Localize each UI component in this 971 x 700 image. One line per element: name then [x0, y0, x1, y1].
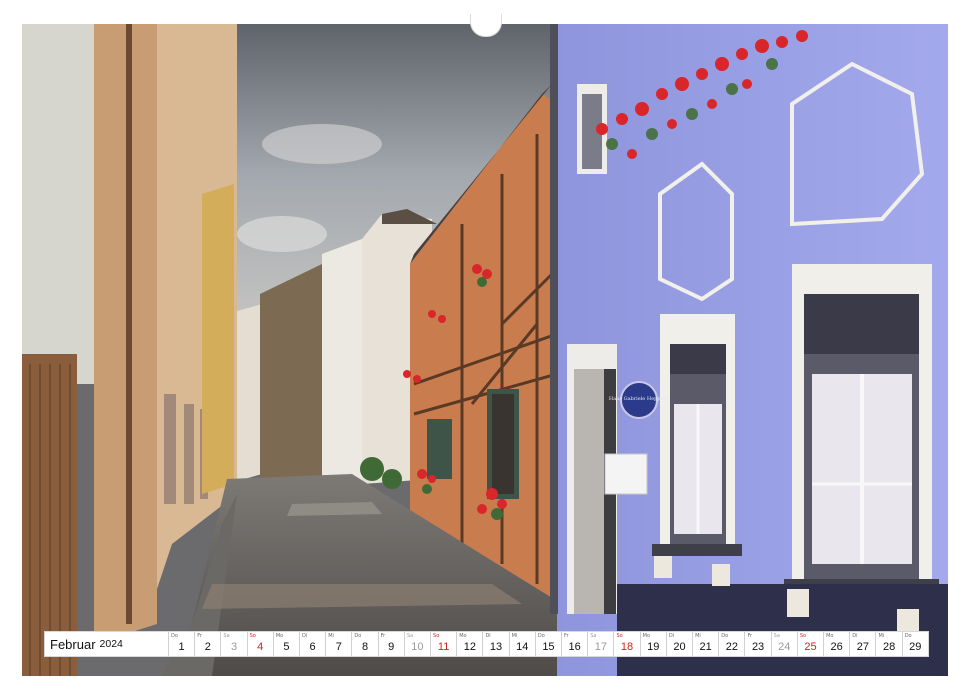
- day-cell: Mi 14: [510, 632, 536, 656]
- day-number: 8: [361, 641, 369, 653]
- day-cell: Di 6: [300, 632, 327, 656]
- day-weekday-abbr: Mi: [511, 633, 518, 639]
- day-number: 15: [542, 641, 555, 653]
- day-cell: Mo 12: [457, 632, 484, 656]
- day-cell: So 18: [614, 632, 641, 656]
- day-number: 10: [411, 641, 424, 653]
- day-weekday-abbr: Mo: [275, 633, 284, 639]
- day-weekday-abbr: Di: [485, 633, 491, 639]
- day-weekday-abbr: Mi: [878, 633, 885, 639]
- day-number: 1: [178, 641, 185, 653]
- house-sign-text: Haus Gabriele Heppner: [609, 396, 670, 402]
- day-cell: Do 22: [719, 632, 746, 656]
- day-cell: Sa 17: [588, 632, 615, 656]
- day-cell: Sa 10: [405, 632, 432, 656]
- day-number: 27: [856, 641, 869, 653]
- day-cell: Do 29: [903, 632, 928, 656]
- day-weekday-abbr: Sa: [590, 633, 597, 639]
- day-number: 3: [230, 641, 238, 653]
- street-scene-illustration: Haus Gabriele Heppner: [22, 24, 948, 676]
- day-weekday-abbr: Fr: [197, 633, 202, 639]
- day-number: 2: [204, 641, 211, 653]
- day-number: 23: [751, 641, 765, 653]
- day-weekday-abbr: So: [799, 633, 807, 639]
- day-weekday-abbr: Do: [354, 633, 362, 639]
- day-cell: Do 8: [352, 632, 379, 656]
- day-number: 18: [620, 641, 634, 653]
- day-number: 25: [804, 641, 817, 653]
- day-number: 12: [463, 641, 476, 653]
- day-number: 5: [283, 641, 290, 653]
- day-weekday-abbr: So: [616, 633, 623, 639]
- day-number: 7: [335, 641, 342, 653]
- day-number: 4: [257, 641, 264, 653]
- day-weekday-abbr: So: [249, 633, 256, 639]
- day-cell: Mi 7: [326, 632, 353, 656]
- day-cell: Sa 24: [772, 632, 798, 656]
- day-weekday-abbr: Mi: [328, 633, 334, 639]
- calendar-photo-street-scene: Haus Gabriele Heppner: [22, 24, 948, 676]
- day-cell: Fr 16: [562, 632, 589, 656]
- day-weekday-abbr: Do: [171, 633, 178, 639]
- month-name: Februar: [50, 636, 96, 652]
- day-weekday-abbr: Sa: [406, 633, 414, 639]
- day-weekday-abbr: Di: [852, 633, 858, 639]
- day-weekday-abbr: So: [433, 633, 440, 639]
- day-number: 29: [909, 641, 922, 653]
- day-cell: Mo 26: [824, 632, 851, 656]
- day-weekday-abbr: Fr: [380, 633, 386, 639]
- day-number: 21: [699, 641, 712, 653]
- month-year: 2024: [99, 638, 123, 650]
- day-weekday-abbr: Sa: [773, 633, 780, 639]
- day-weekday-abbr: Do: [721, 633, 729, 639]
- day-number: 28: [882, 641, 896, 653]
- day-cell: Fr 2: [195, 632, 222, 656]
- mailbox: [604, 453, 648, 495]
- day-weekday-abbr: Sa: [223, 633, 230, 639]
- day-number: 19: [647, 641, 660, 653]
- day-cell: Fr 9: [379, 632, 405, 656]
- day-number: 26: [830, 641, 843, 653]
- day-cell: Mo 19: [641, 632, 667, 656]
- day-weekday-abbr: Fr: [564, 633, 569, 639]
- day-cell: So 4: [248, 632, 274, 656]
- day-cell: Do 1: [169, 632, 196, 656]
- day-number: 17: [594, 641, 607, 653]
- left-white-wall: [22, 24, 102, 384]
- day-weekday-abbr: Do: [904, 633, 912, 639]
- day-weekday-abbr: Mo: [642, 633, 651, 639]
- day-number: 13: [489, 641, 503, 653]
- day-cell: Fr 23: [745, 632, 772, 656]
- day-number: 14: [516, 641, 529, 653]
- day-weekday-abbr: Di: [668, 633, 675, 639]
- day-number: 9: [388, 641, 395, 653]
- day-cells: Do 1 Fr 2 Sa 3 So 4 Mo 5 Di 6 Mi 7 Do 8 Fr 9 Sa 10 So 11 Mo 12 D…: [169, 632, 928, 656]
- day-cell: Di 27: [850, 632, 877, 656]
- day-number: 20: [673, 641, 686, 653]
- day-cell: Mo 5: [274, 632, 301, 656]
- calendar-month-strip: Februar 2024 Do 1 Fr 2 Sa 3 So 4 Mo 5 Di 6 Mi 7 Do 8 Fr 9…: [45, 632, 928, 656]
- day-cell: Sa 3: [221, 632, 248, 656]
- day-weekday-abbr: Mo: [826, 633, 834, 639]
- day-weekday-abbr: Do: [537, 633, 545, 639]
- day-number: 6: [309, 641, 316, 653]
- month-label: Februar 2024: [45, 632, 169, 656]
- day-cell: Di 20: [667, 632, 694, 656]
- day-cell: So 25: [798, 632, 825, 656]
- window-right: [784, 264, 939, 594]
- day-cell: So 11: [431, 632, 458, 656]
- day-number: 11: [437, 641, 450, 653]
- day-cell: Mi 21: [693, 632, 720, 656]
- day-number: 22: [725, 641, 738, 653]
- day-weekday-abbr: Mo: [459, 633, 467, 639]
- day-number: 16: [568, 641, 581, 653]
- window-left: [652, 314, 742, 556]
- day-cell: Mi 28: [876, 632, 903, 656]
- day-number: 24: [778, 641, 791, 653]
- day-cell: Do 15: [536, 632, 563, 656]
- day-weekday-abbr: Mi: [695, 633, 701, 639]
- day-cell: Di 13: [483, 632, 510, 656]
- day-weekday-abbr: Fr: [747, 633, 753, 639]
- day-weekday-abbr: Di: [302, 633, 308, 639]
